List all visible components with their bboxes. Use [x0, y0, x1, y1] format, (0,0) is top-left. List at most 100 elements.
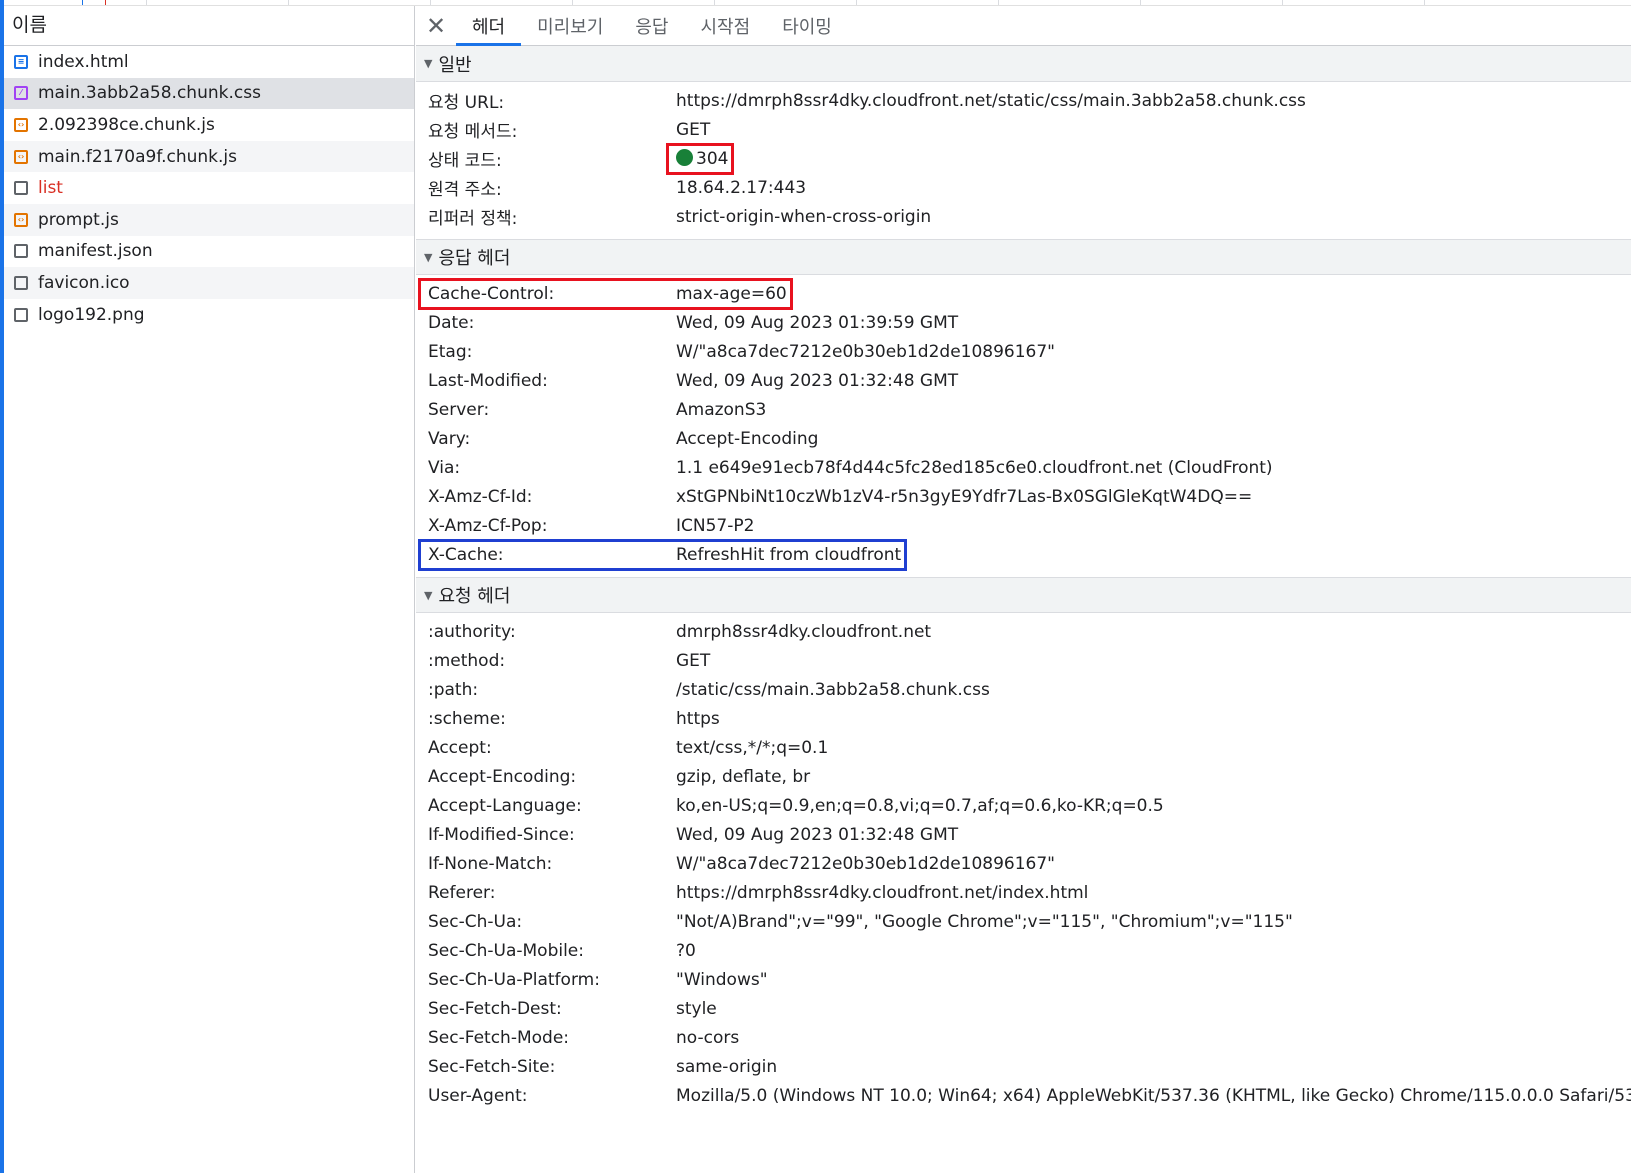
header-row: Sec-Ch-Ua: "Not/A)Brand";v="99", "Google …: [416, 907, 1631, 936]
header-row: Accept: text/css,*/*;q=0.1: [416, 733, 1631, 762]
header-value[interactable]: GET: [676, 651, 710, 671]
request-row[interactable]: ‹› main.f2170a9f.chunk.js: [4, 140, 414, 173]
header-value[interactable]: Wed, 09 Aug 2023 01:32:48 GMT: [676, 825, 958, 845]
header-value-text: /static/css/main.3abb2a58.chunk.css: [676, 679, 990, 700]
header-value[interactable]: https: [676, 709, 720, 729]
header-value[interactable]: GET: [676, 120, 710, 140]
header-row: :authority: dmrph8ssr4dky.cloudfront.net: [416, 617, 1631, 646]
header-value-text: xStGPNbiNt10czWb1zV4-r5n3gyE9Ydfr7Las-Bx…: [676, 486, 1253, 507]
header-value-text: "Windows": [676, 969, 768, 990]
header-value[interactable]: https://dmrph8ssr4dky.cloudfront.net/ind…: [676, 883, 1088, 903]
header-value[interactable]: RefreshHit from cloudfront: [676, 545, 901, 565]
header-row: Sec-Fetch-Dest: style: [416, 994, 1631, 1023]
header-value[interactable]: W/"a8ca7dec7212e0b30eb1d2de10896167": [676, 342, 1055, 362]
header-value-text: 304: [696, 148, 729, 169]
response-headers-section-header[interactable]: ▼ 응답 헤더: [416, 239, 1631, 275]
header-value[interactable]: AmazonS3: [676, 400, 766, 420]
timeline-grid-line: [714, 0, 715, 5]
tab-initiator[interactable]: 시작점: [685, 6, 767, 45]
header-value-text: "Not/A)Brand";v="99", "Google Chrome";v=…: [676, 911, 1293, 932]
request-row[interactable]: favicon.ico: [4, 267, 414, 299]
request-row[interactable]: list: [4, 172, 414, 204]
header-value[interactable]: 304: [676, 148, 729, 169]
header-key: 요청 URL:: [428, 93, 505, 113]
header-value[interactable]: ?0: [676, 941, 696, 961]
document-icon: ≡: [14, 54, 28, 69]
tab-preview[interactable]: 미리보기: [521, 6, 619, 45]
header-value[interactable]: Mozilla/5.0 (Windows NT 10.0; Win64; x64…: [676, 1086, 1631, 1106]
header-key: Accept-Encoding:: [428, 766, 577, 787]
header-row: Accept-Encoding: gzip, deflate, br: [416, 762, 1631, 791]
header-value[interactable]: "Windows": [676, 970, 768, 990]
header-value[interactable]: https://dmrph8ssr4dky.cloudfront.net/sta…: [676, 91, 1306, 111]
header-key: X-Amz-Cf-Pop:: [428, 515, 548, 536]
header-key: Sec-Fetch-Site:: [428, 1056, 556, 1077]
timeline-grid-line: [146, 0, 147, 5]
timeline-grid-line: [1424, 0, 1425, 5]
header-row: 리퍼러 정책: strict-origin-when-cross-origin: [416, 202, 1631, 231]
header-key: If-Modified-Since:: [428, 824, 575, 845]
timeline-marker: [105, 0, 106, 5]
header-row: Sec-Fetch-Mode: no-cors: [416, 1023, 1631, 1052]
header-value-text: strict-origin-when-cross-origin: [676, 206, 932, 227]
header-value[interactable]: W/"a8ca7dec7212e0b30eb1d2de10896167": [676, 854, 1055, 874]
header-key: 원격 주소:: [428, 180, 502, 200]
request-row[interactable]: ‹› 2.092398ce.chunk.js: [4, 109, 414, 141]
request-row[interactable]: ⁄ main.3abb2a58.chunk.css: [4, 77, 414, 110]
header-key: Cache-Control:: [428, 283, 555, 304]
script-icon: ‹›: [14, 117, 28, 132]
request-row[interactable]: manifest.json: [4, 236, 414, 268]
status-ok-icon: [676, 148, 693, 166]
header-value[interactable]: style: [676, 999, 717, 1019]
header-value[interactable]: same-origin: [676, 1057, 777, 1077]
header-value-text: style: [676, 998, 717, 1019]
blank-file-icon: [14, 181, 28, 196]
header-key: Accept-Language:: [428, 795, 582, 816]
header-key: Etag:: [428, 341, 473, 362]
request-row[interactable]: ≡ index.html: [4, 46, 414, 78]
header-value[interactable]: Accept-Encoding: [676, 429, 818, 449]
blank-file-icon: [14, 307, 28, 322]
header-value[interactable]: 1.1 e649e91ecb78f4d44c5fc28ed185c6e0.clo…: [676, 458, 1273, 478]
header-row: X-Cache: RefreshHit from cloudfront: [416, 540, 1631, 569]
header-value[interactable]: "Not/A)Brand";v="99", "Google Chrome";v=…: [676, 912, 1293, 932]
header-row: 상태 코드: 304: [416, 144, 1631, 173]
header-value[interactable]: gzip, deflate, br: [676, 767, 810, 787]
response-headers-section: Cache-Control: max-age=60 Date: Wed, 09 Aug…: [416, 275, 1631, 577]
header-value[interactable]: xStGPNbiNt10czWb1zV4-r5n3gyE9Ydfr7Las-Bx…: [676, 487, 1252, 507]
header-row: :method: GET: [416, 646, 1631, 675]
header-key: Accept:: [428, 737, 492, 758]
name-column-header[interactable]: 이름: [4, 6, 414, 46]
request-row[interactable]: ‹› prompt.js: [4, 203, 414, 236]
general-section-header[interactable]: ▼ 일반: [416, 46, 1631, 82]
header-value[interactable]: dmrph8ssr4dky.cloudfront.net: [676, 622, 931, 642]
header-value[interactable]: Wed, 09 Aug 2023 01:39:59 GMT: [676, 313, 958, 333]
stylesheet-icon: ⁄: [14, 86, 28, 101]
request-name: 2.092398ce.chunk.js: [38, 114, 215, 135]
header-row: If-None-Match: W/"a8ca7dec7212e0b30eb1d2d…: [416, 849, 1631, 878]
header-value-text: max-age=60: [676, 283, 787, 304]
tab-response[interactable]: 응답: [619, 6, 684, 45]
header-value[interactable]: 18.64.2.17:443: [676, 178, 806, 198]
header-value-text: Wed, 09 Aug 2023 01:39:59 GMT: [676, 312, 959, 333]
header-value-text: same-origin: [676, 1056, 778, 1077]
header-value-text: ICN57-P2: [676, 515, 755, 536]
close-icon[interactable]: ✕: [416, 6, 456, 45]
request-name: logo192.png: [38, 304, 145, 325]
header-value[interactable]: no-cors: [676, 1028, 739, 1048]
request-name: main.f2170a9f.chunk.js: [38, 146, 238, 167]
header-value[interactable]: ICN57-P2: [676, 516, 754, 536]
request-headers-section-header[interactable]: ▼ 요청 헤더: [416, 577, 1631, 613]
header-value[interactable]: ko,en-US;q=0.9,en;q=0.8,vi;q=0.7,af;q=0.…: [676, 796, 1164, 816]
header-value[interactable]: /static/css/main.3abb2a58.chunk.css: [676, 680, 990, 700]
request-row[interactable]: logo192.png: [4, 299, 414, 331]
header-value[interactable]: text/css,*/*;q=0.1: [676, 738, 828, 758]
header-value[interactable]: max-age=60: [676, 284, 787, 304]
blank-file-icon: [14, 275, 28, 290]
tab-timing[interactable]: 타이밍: [766, 6, 848, 45]
header-key: Sec-Ch-Ua:: [428, 911, 523, 932]
header-value[interactable]: Wed, 09 Aug 2023 01:32:48 GMT: [676, 371, 958, 391]
tab-headers[interactable]: 헤더: [456, 6, 522, 46]
header-value[interactable]: strict-origin-when-cross-origin: [676, 207, 931, 227]
request-name: manifest.json: [38, 241, 153, 262]
